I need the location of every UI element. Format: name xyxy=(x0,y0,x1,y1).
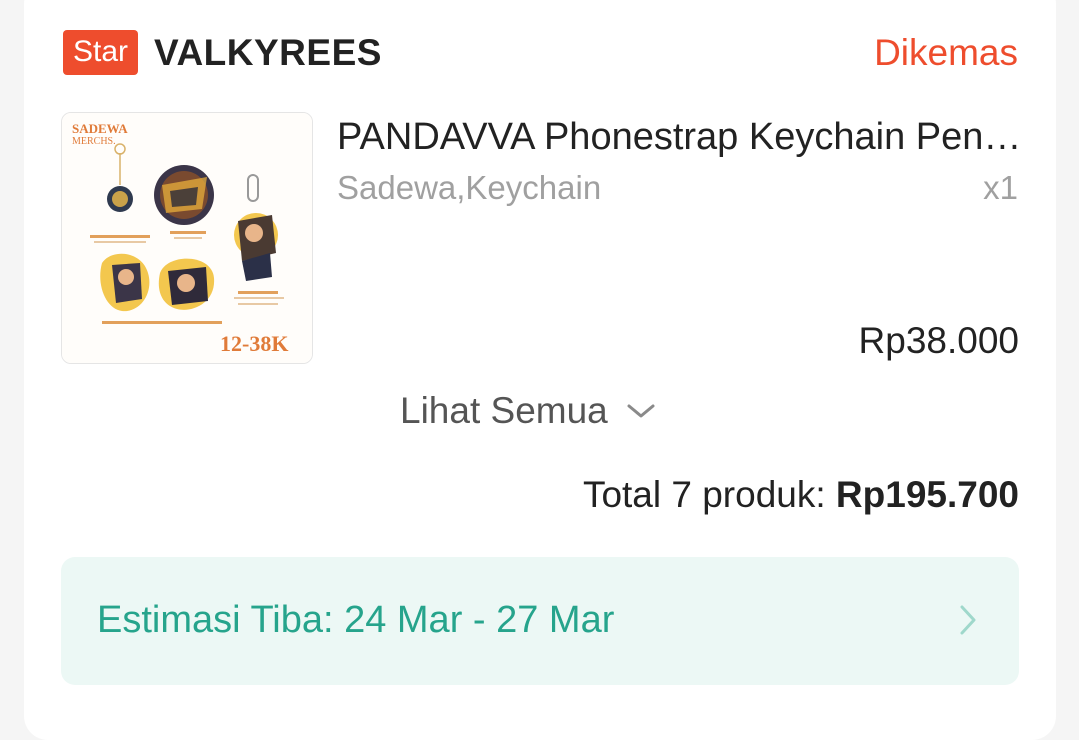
product-quantity: x1 xyxy=(983,169,1018,206)
product-variant: Sadewa,Keychain xyxy=(337,169,602,206)
total-label: Total 7 produk: xyxy=(582,474,836,515)
order-total: Total 7 produk: Rp195.700 xyxy=(583,472,1019,518)
shop-header[interactable]: Star VALKYREES xyxy=(63,30,382,75)
chevron-right-icon xyxy=(960,605,976,635)
thumbnail-subtitle: MERCHS. xyxy=(72,136,116,147)
thumbnail-price-range: 12-38K xyxy=(220,331,288,356)
chevron-down-icon xyxy=(627,404,655,418)
order-status: Dikemas xyxy=(874,32,1018,73)
product-name[interactable]: PANDAVVA Phonestrap Keychain Pendant Acr… xyxy=(337,114,1027,160)
shop-name[interactable]: VALKYREES xyxy=(154,32,382,74)
delivery-estimate-row[interactable]: Estimasi Tiba: 24 Mar - 27 Mar xyxy=(61,557,1019,685)
product-thumbnail[interactable]: SADEWA MERCHS. 12-38K xyxy=(61,112,313,364)
see-all-label: Lihat Semua xyxy=(400,390,608,431)
star-seller-badge: Star xyxy=(63,30,139,75)
total-amount: Rp195.700 xyxy=(835,474,1019,515)
delivery-estimate-text: Estimasi Tiba: 24 Mar - 27 Mar xyxy=(97,599,615,641)
thumbnail-title: SADEWA xyxy=(72,121,128,136)
product-image: SADEWA MERCHS. 12-38K xyxy=(62,113,312,363)
see-all-button[interactable]: Lihat Semua xyxy=(400,388,656,434)
product-price: Rp38.000 xyxy=(858,320,1019,361)
